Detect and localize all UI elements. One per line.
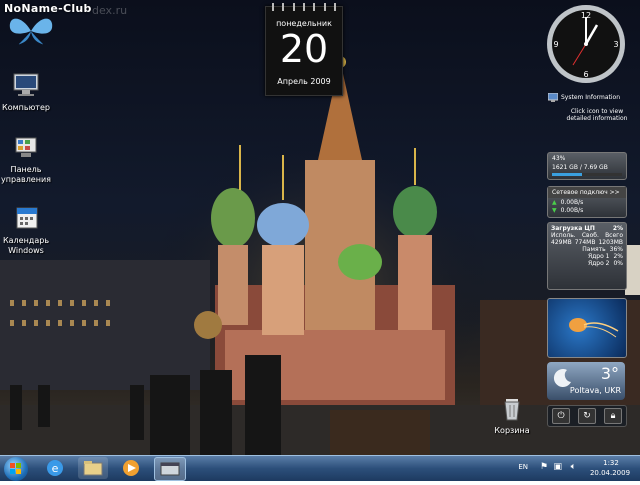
taskbar-ie-button[interactable]: e — [40, 457, 70, 479]
taskbar-explorer-button[interactable] — [78, 457, 108, 479]
calendar-icon — [16, 207, 38, 229]
cpu-meter-gadget[interactable]: Загрузка ЦП 2% Исполь. Своб. Всего 429MB… — [547, 222, 627, 290]
moon-icon — [553, 369, 571, 388]
media-player-icon — [123, 460, 139, 476]
gadget-controls: ⏻ ↻ 🔒︎ — [547, 405, 627, 427]
taskbar-media-player-button[interactable] — [116, 457, 146, 479]
clock-numeral-6: 6 — [583, 70, 588, 79]
cpu-row-value: 0% — [613, 260, 623, 267]
slideshow-gadget[interactable] — [547, 298, 627, 358]
weather-temp: 3° — [600, 364, 619, 383]
power-button[interactable]: ⏻ — [552, 408, 570, 424]
calendar-gadget[interactable]: понедельник 20 Апрель 2009 — [265, 3, 343, 96]
cpu-title: Загрузка ЦП — [551, 225, 595, 232]
disk-usage-gadget[interactable]: 43% 1621 GB / 7.69 GB — [547, 152, 627, 180]
desktop-icon-label: Календарь Windows — [2, 236, 50, 255]
mem-header-total: Всего — [605, 232, 623, 239]
system-info-icon — [548, 93, 558, 102]
cpu-total: 2% — [612, 225, 623, 232]
restart-button[interactable]: ↻ — [578, 408, 596, 424]
computer-icon — [13, 73, 39, 96]
system-info-gadget[interactable]: System Information Click icon to view de… — [548, 93, 638, 122]
system-info-hint-2: detailed information — [566, 115, 628, 122]
network-tray-icon[interactable]: ▣ — [553, 462, 562, 472]
svg-text:e: e — [52, 462, 59, 475]
cpu-row-label: Ядро 2 — [587, 260, 610, 267]
network-up: 0.00B/s — [560, 207, 584, 214]
butterfly-icon — [9, 18, 53, 45]
desktop: NoName-Club dex.ru Компьютер Панель упра… — [0, 0, 640, 455]
network-gadget[interactable]: Сетевое подключ >> ▲ 0.00B/s ▼ 0.00B/s — [547, 186, 627, 218]
volume-icon[interactable]: 🔈︎ — [571, 462, 576, 472]
calendar-day-number: 20 — [279, 27, 329, 71]
taskbar: e EN ⚑ ▣ 🔈︎ 1:32 20.04.2009 — [0, 455, 640, 481]
tray-clock-date[interactable]: 20.04.2009 — [588, 469, 632, 477]
control-panel-icon — [15, 137, 37, 157]
mem-header-used: Исполь. — [551, 232, 576, 239]
windows-logo-icon — [10, 463, 21, 474]
desktop-icon-windows-calendar[interactable]: Календарь Windows — [0, 205, 52, 256]
desktop-icon-recycle-bin[interactable]: Корзина — [486, 395, 538, 436]
desktop-icon-label: Корзина — [494, 426, 530, 435]
weather-city: Poltava, UKR — [569, 386, 621, 395]
disk-usage-bar-fill — [552, 173, 583, 176]
start-button[interactable] — [4, 457, 28, 481]
taskbar-active-window-button[interactable] — [154, 457, 186, 481]
language-indicator[interactable]: EN — [518, 463, 528, 471]
tray-clock-time[interactable]: 1:32 — [592, 459, 630, 467]
jellyfish-image — [569, 318, 619, 338]
cpu-row-label: Ядро 1 — [587, 253, 610, 260]
folder-icon — [83, 461, 103, 476]
window-icon — [160, 462, 180, 476]
clock-gadget[interactable]: 12 3 6 9 — [545, 3, 627, 85]
desktop-icon-label: Компьютер — [2, 103, 50, 112]
desktop-icon-control-panel[interactable]: Панель управления — [0, 134, 52, 185]
calendar-rings — [272, 3, 336, 11]
clock-numeral-9: 9 — [553, 40, 558, 49]
disk-usage-bar — [552, 173, 622, 176]
upload-arrow-icon: ▼ — [552, 207, 557, 214]
network-down: 0.00B/s — [560, 199, 584, 206]
clock-numeral-3: 3 — [613, 40, 618, 49]
cpu-row-value: 2% — [613, 253, 623, 260]
desktop-icon-computer[interactable]: Компьютер — [0, 72, 52, 113]
desktop-icon-label: Панель управления — [1, 165, 51, 184]
cpu-row-label: Память — [582, 246, 606, 253]
system-info-hint-1: Click icon to view — [570, 108, 624, 115]
download-arrow-icon: ▲ — [552, 199, 557, 206]
mem-value-free: 774MB — [574, 239, 596, 246]
watermark-text: dex.ru — [92, 4, 128, 17]
disk-percent: 43% — [552, 155, 566, 162]
calendar-month-year: Апрель 2009 — [277, 77, 331, 86]
network-title: Сетевое подключ >> — [548, 187, 626, 198]
disk-usage-text: 1621 GB / 7.69 GB — [552, 164, 608, 171]
weather-gadget[interactable]: 3° Poltava, UKR — [547, 362, 625, 400]
lock-button[interactable]: 🔒︎ — [604, 408, 622, 424]
mem-header-free: Своб. — [581, 232, 599, 239]
noname-club-logo: NoName-Club dex.ru — [0, 0, 140, 50]
mem-value-used: 429MB — [551, 239, 572, 246]
cpu-row-value: 36% — [609, 246, 623, 253]
flag-icon[interactable]: ⚑ — [540, 462, 548, 472]
system-info-title: System Information — [561, 94, 621, 101]
internet-explorer-icon: e — [47, 460, 63, 476]
recycle-bin-icon — [504, 399, 520, 421]
mem-value-total: 1203MB — [598, 239, 623, 246]
